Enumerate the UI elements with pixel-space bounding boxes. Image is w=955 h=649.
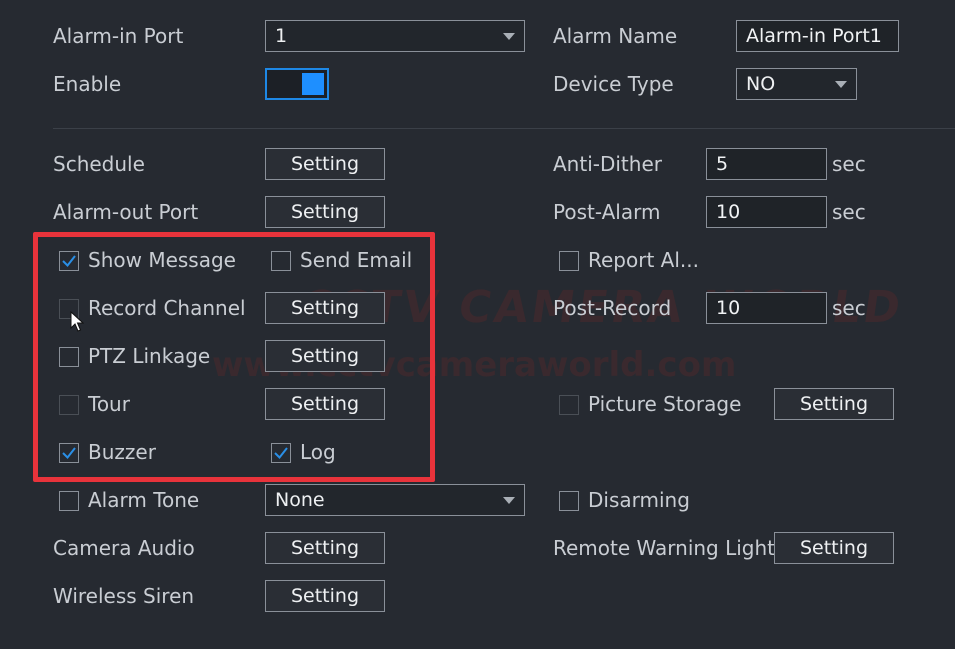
device-type-label: Device Type xyxy=(553,72,674,96)
enable-label: Enable xyxy=(53,72,122,96)
chevron-down-icon xyxy=(835,81,847,88)
anti-dither-label: Anti-Dither xyxy=(553,152,662,176)
schedule-setting-button[interactable]: Setting xyxy=(265,148,385,180)
alarm-tone-value: None xyxy=(275,489,325,511)
anti-dither-unit: sec xyxy=(832,152,866,176)
wireless-siren-label: Wireless Siren xyxy=(53,584,195,608)
alarm-out-port-setting-button[interactable]: Setting xyxy=(265,196,385,228)
post-record-unit: sec xyxy=(832,296,866,320)
report-alarm-label: Report Al... xyxy=(588,248,699,272)
post-record-input[interactable]: 10 xyxy=(706,292,827,324)
wireless-siren-setting-button[interactable]: Setting xyxy=(265,580,385,612)
picture-storage-label: Picture Storage xyxy=(588,392,742,416)
alarm-name-label: Alarm Name xyxy=(553,24,678,48)
remote-warning-light-setting-button[interactable]: Setting xyxy=(774,532,894,564)
mouse-cursor-icon xyxy=(70,311,84,332)
schedule-label: Schedule xyxy=(53,152,145,176)
alarm-out-port-label: Alarm-out Port xyxy=(53,200,199,224)
disarming-label: Disarming xyxy=(588,488,690,512)
alarm-in-port-value: 1 xyxy=(275,25,288,47)
enable-toggle[interactable] xyxy=(265,68,329,100)
camera-audio-label: Camera Audio xyxy=(53,536,195,560)
picture-storage-setting-button[interactable]: Setting xyxy=(774,388,894,420)
anti-dither-input[interactable]: 5 xyxy=(706,148,827,180)
post-record-label: Post-Record xyxy=(553,296,672,320)
toggle-knob xyxy=(302,73,324,95)
alarm-tone-checkbox[interactable] xyxy=(59,491,79,511)
chevron-down-icon xyxy=(503,497,515,504)
alarm-tone-select[interactable]: None xyxy=(265,484,525,516)
device-type-select[interactable]: NO xyxy=(736,68,857,100)
chevron-down-icon xyxy=(503,33,515,40)
alarm-tone-label: Alarm Tone xyxy=(88,488,200,512)
remote-warning-light-label: Remote Warning Light xyxy=(553,536,776,560)
alarm-in-port-select[interactable]: 1 xyxy=(265,20,525,52)
picture-storage-checkbox[interactable] xyxy=(559,395,579,415)
report-alarm-checkbox[interactable] xyxy=(559,251,579,271)
highlight-box xyxy=(33,232,435,482)
disarming-checkbox[interactable] xyxy=(559,491,579,511)
post-alarm-input[interactable]: 10 xyxy=(706,196,827,228)
alarm-in-port-label: Alarm-in Port xyxy=(53,24,184,48)
post-alarm-label: Post-Alarm xyxy=(553,200,661,224)
post-alarm-unit: sec xyxy=(832,200,866,224)
device-type-value: NO xyxy=(746,73,776,95)
camera-audio-setting-button[interactable]: Setting xyxy=(265,532,385,564)
section-divider xyxy=(53,128,955,129)
alarm-name-input[interactable]: Alarm-in Port1 xyxy=(736,20,899,52)
